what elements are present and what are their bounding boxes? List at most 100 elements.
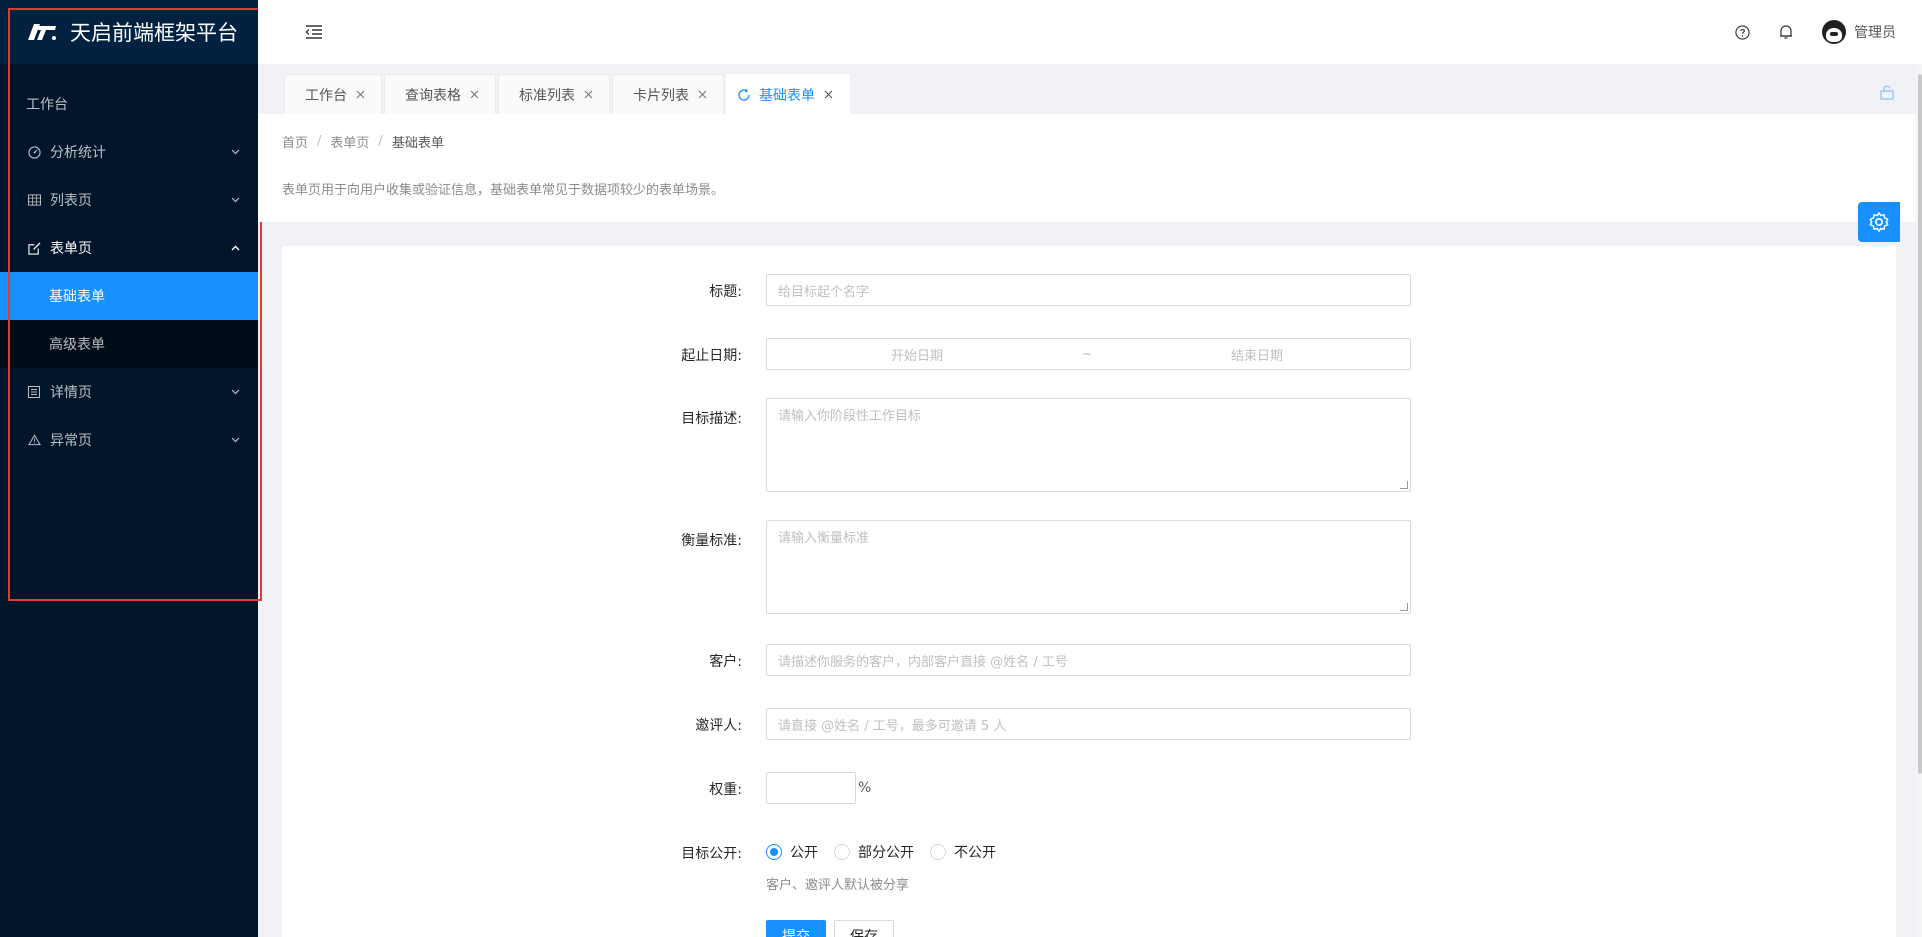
form-card: 标题: 给目标起个名字 起止日期: 开始日期 ~ 结束日期 目标描述: 请输入你… bbox=[282, 246, 1896, 937]
tab-card-list[interactable]: 卡片列表 bbox=[612, 74, 724, 114]
breadcrumb-form[interactable]: 表单页 bbox=[330, 132, 369, 151]
header-actions: 管理员 bbox=[1720, 20, 1896, 44]
profile-icon bbox=[26, 384, 42, 400]
close-icon[interactable] bbox=[469, 90, 479, 100]
chevron-down-icon bbox=[230, 147, 240, 157]
close-icon[interactable] bbox=[355, 90, 365, 100]
tab-basic-form[interactable]: 基础表单 bbox=[726, 74, 850, 114]
top-header: 管理员 bbox=[258, 0, 1922, 64]
reload-icon[interactable] bbox=[737, 88, 751, 102]
date-label: 起止日期: bbox=[681, 348, 742, 364]
start-date-input[interactable]: 开始日期 bbox=[767, 345, 1067, 364]
sidebar-item-profile[interactable]: 详情页 bbox=[0, 368, 258, 416]
sidebar-item-form[interactable]: 表单页 bbox=[0, 224, 258, 272]
sidebar-menu: 工作台 分析统计 列表页 表单页 基础表单 高级表单 详情页 异常页 bbox=[0, 80, 258, 464]
chevron-down-icon bbox=[230, 435, 240, 445]
weight-input[interactable] bbox=[766, 772, 856, 804]
goal-label: 目标描述: bbox=[681, 411, 742, 427]
tab-label: 工作台 bbox=[305, 87, 347, 104]
client-label: 客户: bbox=[709, 654, 742, 670]
sidebar-item-label: 工作台 bbox=[26, 97, 68, 113]
table-icon bbox=[26, 192, 42, 208]
standard-label: 衡量标准: bbox=[681, 533, 742, 549]
username[interactable]: 管理员 bbox=[1854, 22, 1896, 42]
sidebar-item-workbench[interactable]: 工作台 bbox=[0, 80, 258, 128]
radio-icon[interactable] bbox=[834, 844, 850, 860]
menu-fold-icon[interactable] bbox=[304, 22, 324, 42]
date-separator: ~ bbox=[1081, 346, 1093, 362]
breadcrumb: 首页 / 表单页 / 基础表单 bbox=[282, 132, 1896, 151]
breadcrumb-separator: / bbox=[378, 134, 383, 149]
sidebar-item-basic-form[interactable]: 基础表单 bbox=[0, 272, 258, 320]
sidebar: 天启前端框架平台 工作台 分析统计 列表页 表单页 基础表单 高级表单 详情页 … bbox=[0, 0, 258, 937]
radio-checked-icon[interactable] bbox=[766, 844, 782, 860]
sidebar-submenu-form: 基础表单 高级表单 bbox=[0, 272, 258, 368]
radio-label: 公开 bbox=[790, 845, 818, 861]
radio-icon[interactable] bbox=[930, 844, 946, 860]
tab-label: 基础表单 bbox=[759, 87, 815, 104]
end-date-input[interactable]: 结束日期 bbox=[1107, 345, 1407, 364]
radio-label: 部分公开 bbox=[858, 845, 914, 861]
sidebar-item-label: 列表页 bbox=[50, 193, 92, 209]
public-radio-group: 公开 部分公开 不公开 bbox=[766, 836, 1012, 868]
sidebar-item-label: 高级表单 bbox=[49, 337, 105, 353]
client-input[interactable]: 请描述你服务的客户，内部客户直接 @姓名 / 工号 bbox=[766, 644, 1411, 676]
radio-public[interactable]: 公开 bbox=[766, 842, 818, 862]
tab-bar: 工作台 查询表格 标准列表 卡片列表 基础表单 bbox=[258, 64, 1922, 114]
tab-standard-list[interactable]: 标准列表 bbox=[498, 74, 610, 114]
avatar[interactable] bbox=[1822, 20, 1846, 44]
chevron-down-icon bbox=[230, 387, 240, 397]
standard-textarea[interactable]: 请输入衡量标准 bbox=[766, 520, 1411, 614]
close-icon[interactable] bbox=[697, 90, 707, 100]
sidebar-item-label: 基础表单 bbox=[49, 289, 105, 305]
invites-label: 邀评人: bbox=[695, 718, 742, 734]
radio-partial[interactable]: 部分公开 bbox=[834, 842, 914, 862]
scrollbar-thumb[interactable] bbox=[1918, 74, 1922, 774]
tab-workbench[interactable]: 工作台 bbox=[284, 74, 382, 114]
sidebar-item-exception[interactable]: 异常页 bbox=[0, 416, 258, 464]
help-icon[interactable] bbox=[1732, 22, 1752, 42]
dashboard-icon bbox=[26, 144, 42, 160]
public-label: 目标公开: bbox=[681, 846, 742, 862]
settings-gear-icon[interactable] bbox=[1858, 202, 1900, 242]
weight-label: 权重: bbox=[709, 782, 742, 798]
form-icon bbox=[26, 240, 42, 256]
close-icon[interactable] bbox=[823, 90, 833, 100]
sidebar-item-analysis[interactable]: 分析统计 bbox=[0, 128, 258, 176]
goal-textarea[interactable]: 请输入你阶段性工作目标 bbox=[766, 398, 1411, 492]
title-label: 标题: bbox=[709, 284, 742, 300]
sidebar-item-label: 表单页 bbox=[50, 241, 92, 257]
logo-icon bbox=[24, 21, 60, 43]
tab-query-table[interactable]: 查询表格 bbox=[384, 74, 496, 114]
close-icon[interactable] bbox=[583, 90, 593, 100]
tab-label: 标准列表 bbox=[519, 87, 575, 104]
breadcrumb-home[interactable]: 首页 bbox=[282, 132, 308, 151]
page-header: 首页 / 表单页 / 基础表单 表单页用于向用户收集或验证信息，基础表单常见于数… bbox=[258, 114, 1920, 222]
page-description: 表单页用于向用户收集或验证信息，基础表单常见于数据项较少的表单场景。 bbox=[282, 183, 725, 198]
sidebar-item-list[interactable]: 列表页 bbox=[0, 176, 258, 224]
warning-icon bbox=[26, 432, 42, 448]
title-input[interactable]: 给目标起个名字 bbox=[766, 274, 1411, 306]
unlock-icon[interactable] bbox=[1880, 84, 1894, 100]
radio-label: 不公开 bbox=[954, 845, 996, 861]
sidebar-item-label: 分析统计 bbox=[50, 145, 106, 161]
submit-button[interactable]: 提交 bbox=[766, 920, 826, 937]
public-help-text: 客户、邀评人默认被分享 bbox=[766, 878, 910, 893]
percent-unit: % bbox=[858, 780, 872, 796]
sidebar-item-label: 异常页 bbox=[50, 433, 92, 449]
invites-input[interactable]: 请直接 @姓名 / 工号，最多可邀请 5 人 bbox=[766, 708, 1411, 740]
save-button[interactable]: 保存 bbox=[834, 920, 894, 937]
tab-label: 查询表格 bbox=[405, 87, 461, 104]
radio-private[interactable]: 不公开 bbox=[930, 842, 996, 862]
bell-icon[interactable] bbox=[1776, 22, 1796, 42]
date-range-picker[interactable]: 开始日期 ~ 结束日期 bbox=[766, 338, 1411, 370]
tab-label: 卡片列表 bbox=[633, 87, 689, 104]
breadcrumb-separator: / bbox=[317, 134, 322, 149]
sidebar-item-label: 详情页 bbox=[50, 385, 92, 401]
sidebar-item-advanced-form[interactable]: 高级表单 bbox=[0, 320, 258, 368]
app-title: 天启前端框架平台 bbox=[70, 21, 238, 45]
breadcrumb-current: 基础表单 bbox=[391, 136, 444, 151]
chevron-up-icon bbox=[230, 243, 240, 253]
chevron-down-icon bbox=[230, 195, 240, 205]
logo[interactable]: 天启前端框架平台 bbox=[0, 0, 258, 64]
